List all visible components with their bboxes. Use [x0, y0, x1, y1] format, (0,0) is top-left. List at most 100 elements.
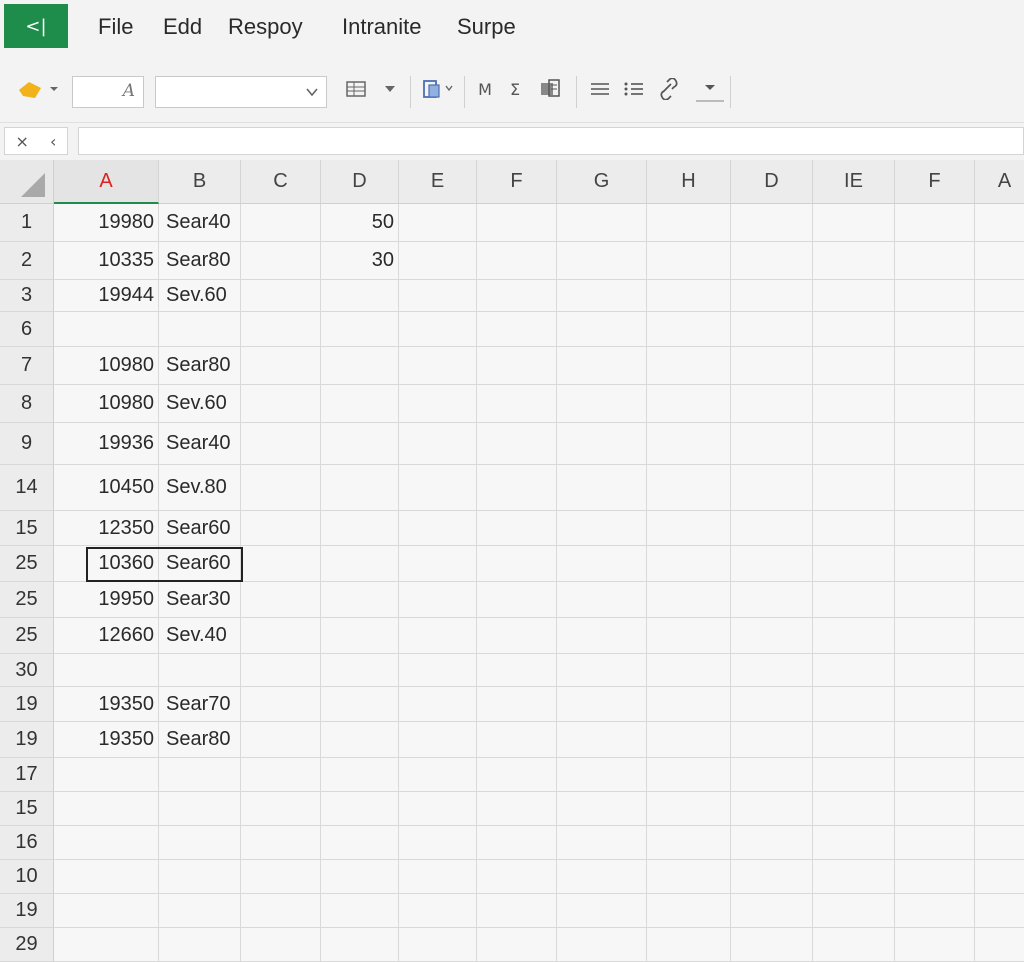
row-header[interactable]: 25	[0, 618, 54, 654]
cell[interactable]	[975, 312, 1024, 347]
cell[interactable]	[895, 312, 975, 347]
cell[interactable]	[321, 928, 399, 962]
cell[interactable]	[895, 385, 975, 423]
cell[interactable]	[813, 860, 895, 894]
cell[interactable]	[557, 758, 647, 792]
cell[interactable]: 10450	[54, 465, 159, 511]
cell[interactable]	[647, 204, 731, 242]
cell[interactable]	[399, 687, 477, 722]
cell[interactable]	[399, 928, 477, 962]
cell[interactable]	[731, 654, 813, 687]
cell[interactable]	[241, 758, 321, 792]
cell[interactable]	[54, 312, 159, 347]
cell[interactable]: 12660	[54, 618, 159, 654]
column-header[interactable]: G	[557, 160, 647, 204]
cell[interactable]	[975, 465, 1024, 511]
cell[interactable]	[477, 280, 557, 312]
cell[interactable]	[813, 894, 895, 928]
link-button[interactable]	[654, 74, 684, 104]
row-header[interactable]: 10	[0, 860, 54, 894]
row-header[interactable]: 30	[0, 654, 54, 687]
row-header[interactable]: 25	[0, 546, 54, 582]
cell[interactable]	[321, 826, 399, 860]
cell[interactable]	[557, 826, 647, 860]
cell[interactable]: 19944	[54, 280, 159, 312]
cell[interactable]	[399, 347, 477, 385]
sum-button[interactable]: Σ	[502, 74, 528, 104]
cell[interactable]	[241, 826, 321, 860]
cell[interactable]	[731, 242, 813, 280]
cell[interactable]	[647, 722, 731, 758]
cell[interactable]	[477, 546, 557, 582]
more-options-button[interactable]	[696, 74, 724, 102]
cell[interactable]	[159, 826, 241, 860]
cell[interactable]	[895, 894, 975, 928]
cell[interactable]	[975, 511, 1024, 546]
cell[interactable]	[813, 582, 895, 618]
column-header[interactable]: C	[241, 160, 321, 204]
cell[interactable]	[54, 654, 159, 687]
cell[interactable]	[731, 758, 813, 792]
cell[interactable]	[731, 546, 813, 582]
cell[interactable]	[477, 894, 557, 928]
cell[interactable]	[731, 347, 813, 385]
cell[interactable]	[647, 860, 731, 894]
menu-respoy[interactable]: Respoy	[228, 14, 303, 40]
column-header[interactable]: IE	[813, 160, 895, 204]
cell[interactable]	[975, 347, 1024, 385]
cell[interactable]	[557, 465, 647, 511]
app-back-button[interactable]: <|	[4, 4, 68, 48]
column-header[interactable]: D	[731, 160, 813, 204]
cell[interactable]	[647, 687, 731, 722]
cell[interactable]	[477, 204, 557, 242]
cell[interactable]	[813, 204, 895, 242]
cell[interactable]	[399, 242, 477, 280]
cell[interactable]	[241, 722, 321, 758]
cell[interactable]	[54, 758, 159, 792]
cell[interactable]	[813, 792, 895, 826]
cell[interactable]	[321, 511, 399, 546]
cell[interactable]	[557, 687, 647, 722]
cell[interactable]	[895, 582, 975, 618]
formula-input[interactable]	[78, 127, 1024, 155]
cell[interactable]	[647, 511, 731, 546]
cell[interactable]	[647, 546, 731, 582]
cell[interactable]	[813, 280, 895, 312]
cell[interactable]	[557, 618, 647, 654]
cell[interactable]	[241, 204, 321, 242]
column-header[interactable]: A	[975, 160, 1024, 204]
cell[interactable]	[813, 826, 895, 860]
cell[interactable]	[731, 280, 813, 312]
cell[interactable]: 12350	[54, 511, 159, 546]
cell[interactable]: Sear80	[159, 242, 241, 280]
menu-surpe[interactable]: Surpe	[457, 14, 516, 40]
cell[interactable]	[321, 582, 399, 618]
select-all-corner[interactable]	[0, 160, 54, 204]
cell[interactable]	[895, 423, 975, 465]
cell[interactable]	[241, 546, 321, 582]
cell[interactable]	[399, 618, 477, 654]
cell[interactable]	[975, 618, 1024, 654]
cell[interactable]	[557, 312, 647, 347]
cell[interactable]: 30	[321, 242, 399, 280]
cell[interactable]	[647, 654, 731, 687]
cell[interactable]: 10980	[54, 385, 159, 423]
cell[interactable]	[477, 792, 557, 826]
list-button[interactable]	[620, 74, 648, 104]
cell[interactable]	[159, 928, 241, 962]
cell[interactable]	[895, 465, 975, 511]
cell[interactable]	[54, 928, 159, 962]
cell[interactable]	[241, 860, 321, 894]
cell[interactable]	[895, 347, 975, 385]
cell[interactable]: 50	[321, 204, 399, 242]
cell[interactable]	[399, 722, 477, 758]
cell[interactable]: 10980	[54, 347, 159, 385]
cancel-icon[interactable]: ×	[16, 132, 29, 151]
cell[interactable]	[241, 465, 321, 511]
merge-button[interactable]: M	[472, 74, 498, 104]
menu-edit[interactable]: Edd	[163, 14, 202, 40]
cell[interactable]	[813, 465, 895, 511]
cell[interactable]	[399, 423, 477, 465]
cell[interactable]	[895, 242, 975, 280]
cell[interactable]	[895, 928, 975, 962]
